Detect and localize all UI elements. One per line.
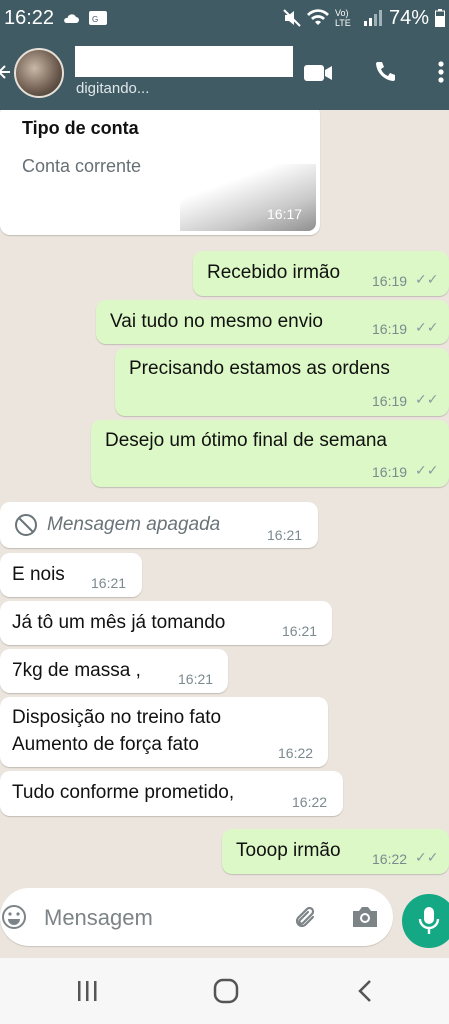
- contact-name-redacted[interactable]: [75, 46, 293, 77]
- message-bubble-incoming[interactable]: Tipo de conta Conta corrente 16:17: [0, 110, 320, 235]
- message-time: 16:19: [372, 273, 408, 289]
- network-label: Vo) LTE: [334, 8, 351, 28]
- video-call-icon[interactable]: [303, 62, 333, 84]
- message-text: Precisando estamos as ordens: [129, 358, 390, 379]
- message-bubble-incoming[interactable]: Já tô um mês já tomando 16:21: [0, 601, 332, 645]
- back-arrow-icon[interactable]: [0, 62, 12, 82]
- mute-icon: [283, 9, 301, 27]
- message-text: Já tô um mês já tomando: [12, 612, 226, 633]
- delivered-ticks-icon: ✓✓: [415, 271, 439, 287]
- message-time: 16:22: [278, 745, 314, 761]
- message-text: Mensagem apagada: [47, 514, 221, 535]
- message-bubble-outgoing[interactable]: Precisando estamos as ordens 16:19 ✓✓: [115, 348, 449, 416]
- deleted-message-icon: [15, 514, 37, 536]
- battery-percent: 74%: [388, 6, 429, 29]
- message-text: Recebido irmão: [207, 262, 341, 283]
- message-time: 16:21: [267, 527, 303, 543]
- status-time: 16:22: [4, 6, 55, 29]
- message-time: 16:21: [282, 623, 318, 639]
- message-time: 16:19: [372, 321, 408, 337]
- message-text: E nois: [12, 564, 65, 585]
- emoji-icon[interactable]: [0, 903, 28, 931]
- message-bubble-incoming[interactable]: Tudo conforme prometido, 16:22: [0, 771, 343, 816]
- message-text: Vai tudo no mesmo envio: [110, 311, 323, 332]
- delivered-ticks-icon: ✓✓: [415, 391, 439, 407]
- message-text: Tooop irmão: [236, 840, 341, 861]
- more-vert-icon[interactable]: [437, 60, 445, 84]
- message-bubble-incoming[interactable]: 7kg de massa , 16:21: [0, 649, 228, 693]
- message-time: 16:21: [91, 575, 127, 591]
- message-text: Desejo um ótimo final de semana: [105, 430, 387, 451]
- nav-back-icon[interactable]: [357, 979, 373, 1003]
- contact-avatar[interactable]: [14, 48, 64, 98]
- mic-icon: [418, 907, 440, 934]
- cloud-icon: [64, 14, 80, 23]
- camera-icon[interactable]: [350, 904, 380, 930]
- message-bubble-outgoing[interactable]: Tooop irmão 16:22 ✓✓: [222, 829, 449, 874]
- message-bubble-deleted[interactable]: Mensagem apagada 16:21: [0, 502, 318, 548]
- mic-button[interactable]: [402, 894, 449, 948]
- svg-text:G: G: [92, 15, 98, 24]
- chat-header: digitando...: [0, 36, 449, 110]
- message-input-box[interactable]: [0, 888, 393, 946]
- battery-icon: [435, 9, 445, 27]
- message-bubble-outgoing[interactable]: Desejo um ótimo final de semana 16:19 ✓✓: [91, 420, 449, 487]
- message-list[interactable]: Tipo de conta Conta corrente 16:17 Receb…: [0, 110, 449, 888]
- message-text: 7kg de massa ,: [12, 660, 141, 681]
- message-time: 16:17: [267, 206, 303, 222]
- message-text-line-2: Aumento de força fato: [12, 734, 199, 755]
- home-icon[interactable]: [213, 978, 239, 1004]
- message-text: Tudo conforme prometido,: [12, 782, 235, 803]
- message-time: 16:19: [372, 464, 408, 480]
- wifi-icon: [306, 9, 329, 25]
- message-text: Conta corrente: [22, 156, 142, 176]
- delivered-ticks-icon: ✓✓: [415, 319, 439, 335]
- message-title: Tipo de conta: [22, 118, 139, 138]
- message-bubble-outgoing[interactable]: Vai tudo no mesmo envio 16:19 ✓✓: [96, 300, 449, 344]
- system-navigation-bar: [0, 958, 449, 1024]
- paperclip-icon[interactable]: [292, 903, 320, 931]
- message-bubble-incoming[interactable]: Disposição no treino fato Aumento de for…: [0, 697, 328, 767]
- contact-status: digitando...: [76, 80, 150, 97]
- message-time: 16:22: [372, 851, 408, 867]
- message-text-line-1: Disposição no treino fato: [12, 707, 222, 728]
- message-time: 16:21: [178, 671, 214, 687]
- message-input[interactable]: [42, 900, 276, 936]
- gallery-notification-icon: G: [89, 11, 108, 25]
- phone-icon[interactable]: [373, 60, 397, 84]
- recent-apps-icon[interactable]: [75, 980, 99, 1002]
- delivered-ticks-icon: ✓✓: [415, 462, 439, 478]
- status-bar: 16:22 G Vo) LTE 74%: [0, 0, 449, 36]
- composer: [0, 888, 449, 958]
- delivered-ticks-icon: ✓✓: [415, 849, 439, 865]
- signal-icon: [363, 10, 382, 26]
- message-time: 16:19: [372, 393, 408, 409]
- message-bubble-outgoing[interactable]: Recebido irmão 16:19 ✓✓: [193, 251, 449, 296]
- message-bubble-incoming[interactable]: E nois 16:21: [0, 553, 142, 597]
- message-time: 16:22: [292, 794, 328, 810]
